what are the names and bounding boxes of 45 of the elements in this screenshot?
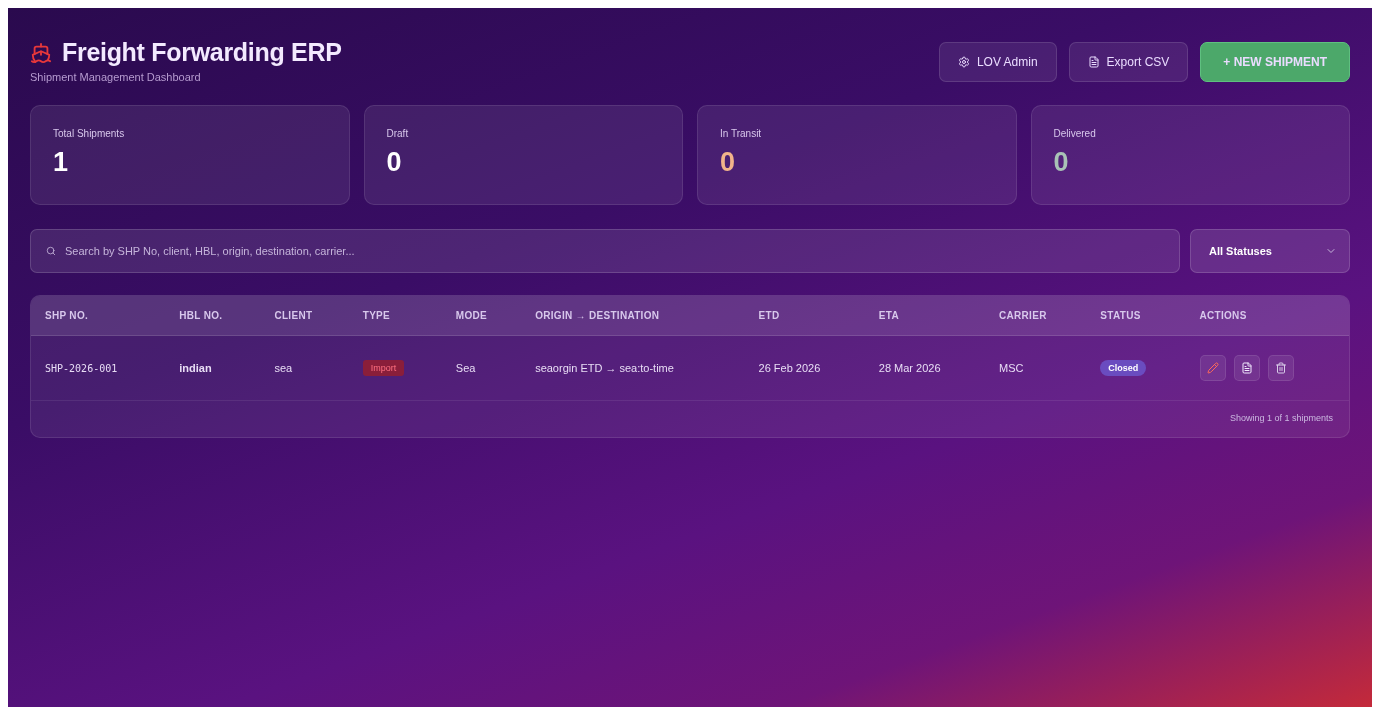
status-dropdown[interactable]: All Statuses	[1190, 229, 1350, 273]
stat-value: 1	[53, 147, 70, 178]
ship-icon	[30, 41, 52, 64]
column-header: CARRIER	[985, 296, 1087, 336]
table-cell: MSC	[985, 335, 1087, 401]
stat-label: Draft	[386, 128, 410, 139]
stat-label: In Transit	[720, 128, 763, 139]
column-header: STATUS	[1086, 296, 1186, 336]
document-icon	[1240, 362, 1253, 374]
table-footer-text: Showing 1 of 1 shipments	[1228, 412, 1334, 425]
type-badge: Import	[362, 360, 405, 376]
search-icon	[46, 246, 56, 256]
column-header: CLIENT	[260, 296, 349, 336]
column-header: HBL NO.	[165, 296, 261, 336]
file-icon	[1087, 56, 1100, 68]
table-cell: Sea	[441, 335, 522, 401]
document-button[interactable]	[1233, 355, 1260, 381]
app-title: Freight Forwarding ERP	[62, 38, 342, 67]
column-header: ETD	[744, 296, 865, 336]
delete-button[interactable]	[1267, 355, 1294, 381]
trash-icon	[1274, 362, 1287, 374]
admin-button[interactable]: LOV Admin	[938, 42, 1057, 82]
stat-label: Delivered	[1053, 128, 1097, 139]
pencil-icon	[1206, 362, 1219, 374]
export-button[interactable]: Export CSV	[1068, 42, 1189, 82]
table-cell: seaorgin ETD → sea:to-time	[521, 335, 745, 401]
table-cell: indian	[165, 335, 261, 401]
column-header: ETA	[864, 296, 985, 336]
stat-label: Total Shipments	[53, 128, 126, 139]
column-header: TYPE	[348, 296, 442, 336]
edit-button[interactable]	[1199, 355, 1226, 381]
app-subtitle: Shipment Management Dashboard	[30, 71, 202, 83]
column-header: ORIGIN → DESTINATION	[521, 296, 745, 336]
status-badge: Closed	[1100, 360, 1147, 376]
table-cell: 28 Mar 2026	[864, 335, 985, 401]
gear-icon	[957, 56, 970, 68]
stat-value: 0	[1053, 147, 1070, 178]
table-cell: SHP-2026-001	[31, 335, 166, 401]
column-header: MODE	[441, 296, 522, 336]
stat-value: 0	[720, 147, 737, 178]
column-header: SHP NO.	[31, 296, 166, 336]
stat-value: 0	[386, 147, 403, 178]
table-cell: sea	[260, 335, 349, 401]
column-header: ACTIONS	[1185, 296, 1349, 336]
table-cell: 26 Feb 2026	[744, 335, 865, 401]
